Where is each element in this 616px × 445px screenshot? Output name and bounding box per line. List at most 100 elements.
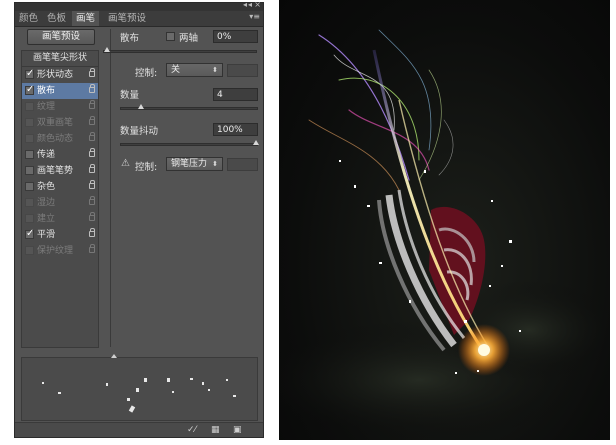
brush-option-label: 平滑 [37,230,56,240]
lock-icon[interactable] [89,84,95,93]
lock-icon[interactable] [89,164,95,173]
lock-icon[interactable] [89,148,95,157]
brush-grid-icon[interactable]: ▦ [211,425,220,435]
brush-option-checkbox[interactable] [25,82,34,98]
brush-options-list: 画笔笔尖形状 形状动态散布纹理双重画笔颜色动态传递画笔笔势杂色湿边建立平滑保护纹… [21,50,99,348]
brush-option-label: 传递 [37,150,56,160]
preview-mark [202,382,204,385]
count-jitter-control-label: 控制: [135,162,158,173]
artwork-svg [279,29,610,440]
count-jitter-label: 数量抖动 [120,126,159,137]
count-slider[interactable] [120,104,258,110]
select-arrows-icon: ⬍ [212,66,218,74]
count-jitter-value-field[interactable]: 100% [213,123,258,136]
both-axes-checkbox[interactable] [166,32,175,41]
brush-option-label: 保护纹理 [37,246,74,256]
warning-icon: ⚠ [121,158,130,169]
brush-option-item[interactable]: 散布 [22,82,98,99]
brush-option-label: 双重画笔 [37,118,74,128]
tab-color[interactable]: 颜色 [15,11,42,26]
scatter-value-field[interactable]: 0% [213,30,258,43]
lock-icon[interactable] [89,68,95,77]
column-divider [110,29,111,347]
scatter-slider[interactable] [103,47,257,53]
preview-notch [111,354,117,358]
preview-mark [233,395,236,397]
sneaker-light-trail-artwork [279,0,610,440]
scatter-control-extra-field [227,64,258,77]
brush-option-label: 画笔笔势 [37,166,74,176]
count-jitter-control-select[interactable]: 钢笔压力 ⬍ [166,157,223,171]
tab-brush-presets[interactable]: 画笔预设 [104,11,150,26]
lock-icon[interactable] [89,132,95,141]
brush-option-checkbox[interactable] [25,102,34,111]
lock-icon[interactable] [89,100,95,109]
brush-option-item[interactable]: 纹理 [22,99,98,115]
tab-swatches[interactable]: 色板 [43,11,70,26]
preview-mark [128,405,136,413]
panel-bottom-bar: ✓⁄ ▦ ▣ [15,422,263,437]
count-label: 数量 [120,90,140,101]
brush-option-item[interactable]: 画笔笔势 [22,163,98,179]
brush-option-item[interactable]: 杂色 [22,179,98,195]
lock-icon[interactable] [89,244,95,253]
scatter-slider-thumb[interactable] [104,47,110,52]
brush-option-label: 纹理 [37,102,56,112]
brush-option-label: 散布 [37,86,56,96]
panel-tabs: 颜色 色板 画笔 画笔预设 ▾≡ [15,11,263,27]
brush-option-label: 湿边 [37,198,56,208]
brush-option-label: 杂色 [37,182,56,192]
brush-option-checkbox[interactable] [25,118,34,127]
preview-mark [172,391,174,393]
panel-menu-icon[interactable]: ▾≡ [249,12,260,21]
count-jitter-slider-thumb[interactable] [253,140,259,145]
collapse-icon[interactable]: ◂◂ [243,0,253,9]
light-wisps [308,29,454,191]
lock-icon[interactable] [89,180,95,189]
brush-option-checkbox[interactable] [25,166,34,175]
count-jitter-control-value: 钢笔压力 [171,159,208,169]
new-brush-icon[interactable]: ▣ [233,425,242,435]
brush-option-checkbox[interactable] [25,214,34,223]
brush-option-item[interactable]: 建立 [22,211,98,227]
scatter-label: 散布 [120,33,140,44]
toggle-live-tip-icon[interactable]: ✓⁄ [187,425,196,435]
brush-option-checkbox[interactable] [25,198,34,207]
brush-panel: ◂◂ × 颜色 色板 画笔 画笔预设 ▾≡ 画笔预设 画笔笔尖形状 形状动态散布… [14,0,264,438]
brush-tip-shape-item[interactable]: 画笔笔尖形状 [22,51,98,67]
close-icon[interactable]: × [254,0,261,9]
preview-mark [106,383,108,386]
lock-icon[interactable] [89,116,95,125]
brush-option-checkbox[interactable] [25,246,34,255]
brush-option-checkbox[interactable] [25,182,34,191]
brush-option-item[interactable]: 传递 [22,147,98,163]
brush-option-label: 建立 [37,214,56,224]
count-jitter-slider[interactable] [120,140,259,146]
brush-option-checkbox[interactable] [25,66,34,82]
brush-presets-button[interactable]: 画笔预设 [27,29,95,45]
glow-core [478,344,490,356]
preview-mark [42,382,44,384]
brush-stroke-preview [21,354,258,421]
brush-option-checkbox[interactable] [25,134,34,143]
brush-option-item[interactable]: 湿边 [22,195,98,211]
brush-option-checkbox[interactable] [25,150,34,159]
preview-mark [136,388,139,392]
count-value-field[interactable]: 4 [213,88,258,101]
preview-mark [208,389,210,391]
preview-mark [58,392,61,394]
preview-mark [127,398,130,401]
tab-brush[interactable]: 画笔 [72,11,100,26]
brush-option-item[interactable]: 平滑 [22,226,98,243]
brush-option-checkbox[interactable] [25,226,34,242]
lock-icon[interactable] [89,228,95,237]
brush-option-item[interactable]: 双重画笔 [22,115,98,131]
brush-option-item[interactable]: 形状动态 [22,66,98,83]
count-slider-thumb[interactable] [138,104,145,109]
scatter-control-select[interactable]: 关 ⬍ [166,63,223,77]
lock-icon[interactable] [89,212,95,221]
lock-icon[interactable] [89,196,95,205]
brush-option-item[interactable]: 颜色动态 [22,131,98,147]
brush-option-item[interactable]: 保护纹理 [22,243,98,259]
scatter-control-label: 控制: [135,68,158,79]
